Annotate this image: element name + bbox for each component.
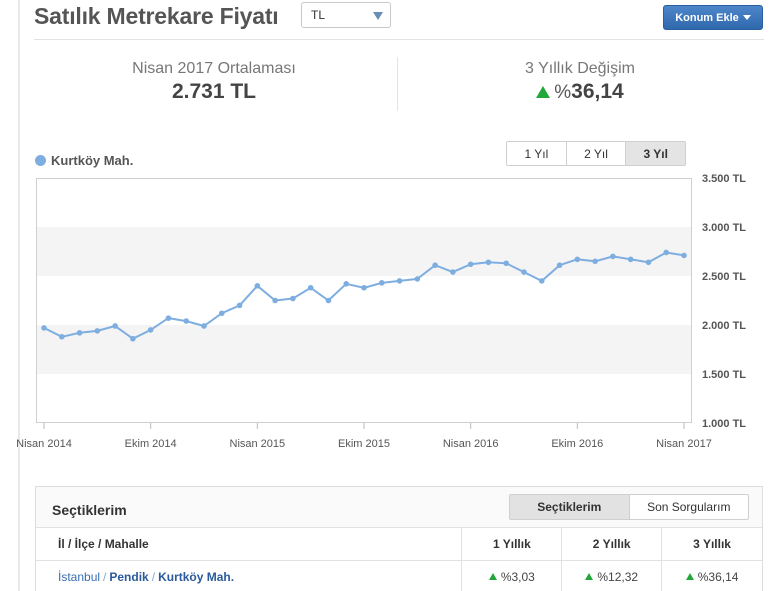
x-tick-label: Nisan 2017	[656, 438, 712, 450]
change-3y: %36,14	[697, 569, 739, 584]
table-row: İstanbul / Pendik / Kurtköy Mah. %3,03 %12,3…	[36, 561, 762, 591]
separator: /	[151, 569, 156, 584]
location-cell: İstanbul / Pendik / Kurtköy Mah.	[36, 561, 463, 591]
data-point	[290, 295, 296, 302]
y-tick-label: 3.000 TL	[702, 222, 746, 234]
table-header: İl / İlçe / Mahalle 1 Yıllık 2 Yıllık 3 …	[36, 528, 762, 561]
favorites-panel: Seçtiklerim Seçtiklerim Son Sorgularım İ…	[35, 486, 763, 591]
data-point	[681, 252, 687, 259]
x-tick-label: Ekim 2015	[338, 438, 390, 450]
grid-band	[36, 325, 692, 374]
data-point	[663, 249, 670, 256]
data-point	[645, 259, 652, 266]
y-tick-label: 2.500 TL	[702, 271, 746, 283]
data-point	[396, 278, 403, 284]
change-3y-cell: %36,14	[662, 561, 762, 591]
data-point	[361, 284, 367, 291]
data-point	[307, 284, 314, 291]
change-2y: %12,32	[597, 569, 639, 584]
y-tick-label: 2.000 TL	[702, 320, 746, 332]
tab-recent-queries[interactable]: Son Sorgularım	[629, 495, 748, 519]
x-tick-label: Nisan 2015	[230, 438, 286, 450]
data-point	[414, 276, 421, 282]
data-point	[130, 335, 136, 342]
panel-tabs: Seçtiklerim Son Sorgularım	[509, 494, 749, 520]
link-ilce[interactable]: Pendik	[109, 570, 148, 584]
tab-favorites[interactable]: Seçtiklerim	[510, 495, 630, 519]
data-point	[485, 259, 492, 266]
data-point	[236, 302, 243, 309]
change-1y-cell: %3,03	[462, 561, 563, 591]
link-mahalle[interactable]: Kurtköy Mah.	[158, 570, 234, 584]
data-point	[218, 310, 225, 317]
data-point	[76, 330, 83, 336]
data-point	[201, 323, 207, 329]
up-arrow-icon	[585, 573, 594, 580]
data-point	[272, 297, 278, 304]
x-tick-label: Ekim 2016	[551, 438, 603, 450]
change-1y: %3,03	[500, 569, 535, 584]
data-point	[610, 253, 616, 260]
plot-area	[36, 178, 692, 423]
up-arrow-icon	[488, 573, 497, 580]
data-point	[467, 261, 474, 268]
data-point	[325, 297, 332, 304]
column-header-1y: 1 Yıllık	[462, 528, 563, 560]
data-point	[343, 281, 350, 287]
data-point	[432, 262, 438, 269]
column-header-location: İl / İlçe / Mahalle	[36, 528, 463, 560]
data-point	[165, 315, 172, 321]
up-arrow-icon	[685, 573, 694, 580]
y-tick-label: 1.500 TL	[702, 369, 746, 381]
link-il[interactable]: İstanbul	[58, 570, 100, 584]
data-point	[183, 318, 190, 324]
panel-title: Seçtiklerim	[52, 502, 127, 518]
data-point	[627, 256, 634, 263]
change-2y-cell: %12,32	[562, 561, 663, 591]
data-point	[592, 258, 598, 265]
y-tick-label: 3.500 TL	[702, 173, 746, 185]
data-point	[112, 323, 118, 329]
data-point	[538, 278, 545, 284]
column-header-2y: 2 Yıllık	[562, 528, 663, 560]
data-point	[521, 269, 527, 275]
x-tick-label: Nisan 2014	[16, 438, 72, 450]
data-point	[450, 269, 456, 275]
column-header-3y: 3 Yıllık	[693, 537, 731, 551]
data-point	[254, 283, 261, 289]
grid-band	[36, 227, 692, 276]
x-tick-label: Ekim 2014	[125, 438, 177, 450]
price-chart: 1.000 TL 1.500 TL 2.000 TL 2.500 TL 3.000 TL…	[16, 173, 746, 450]
data-point	[556, 262, 563, 269]
data-point	[94, 328, 101, 334]
data-point	[378, 280, 385, 286]
separator: /	[103, 569, 107, 584]
y-tick-label: 1.000 TL	[702, 418, 746, 430]
data-point	[574, 256, 581, 263]
data-point	[41, 325, 47, 331]
data-point	[58, 333, 65, 340]
data-point	[503, 260, 510, 267]
panel-header: Seçtiklerim Seçtiklerim Son Sorgularım	[36, 487, 762, 528]
x-tick-label: Nisan 2016	[443, 438, 499, 450]
data-point	[147, 327, 154, 333]
